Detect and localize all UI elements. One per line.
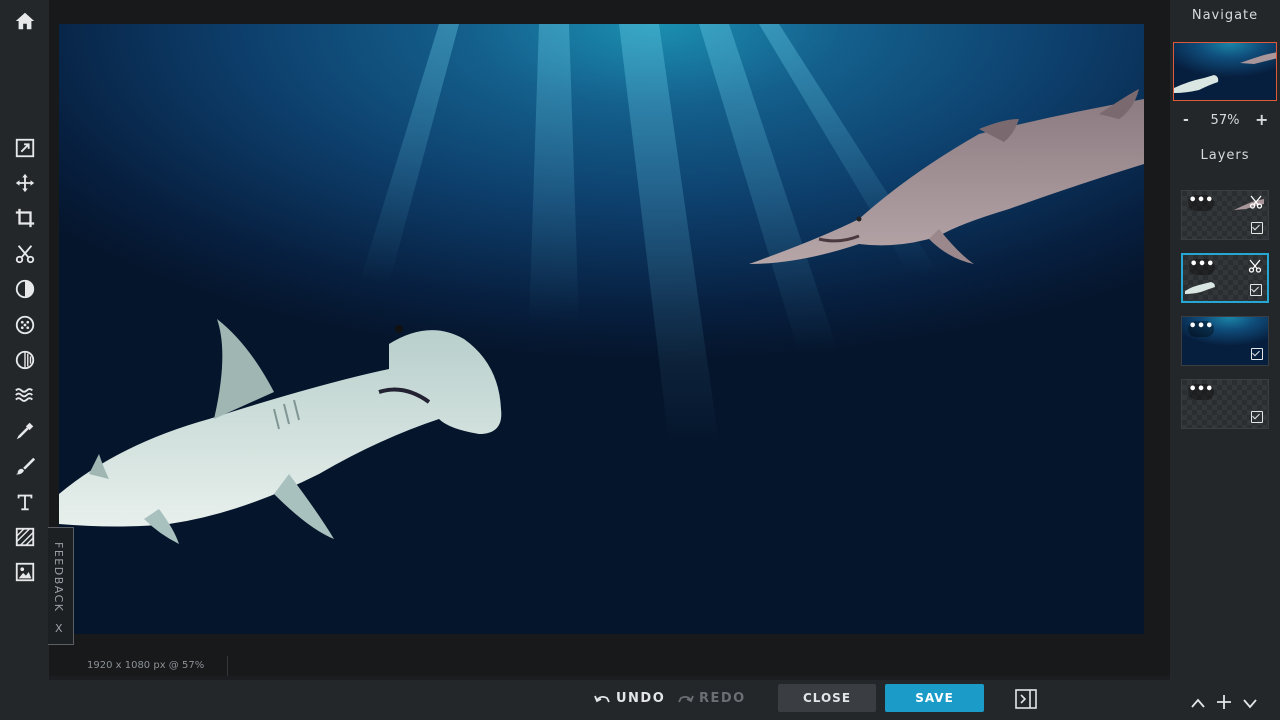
- pattern-icon[interactable]: [12, 524, 38, 550]
- layer-visibility-checkbox[interactable]: [1251, 222, 1263, 234]
- image-icon[interactable]: [12, 559, 38, 585]
- hammerhead-shark: [59, 319, 502, 544]
- layers-title: Layers: [1200, 148, 1250, 163]
- zoom-level: 57%: [1210, 113, 1240, 128]
- brush-icon[interactable]: [12, 453, 38, 479]
- layer-item[interactable]: •••: [1181, 379, 1269, 429]
- close-button[interactable]: CLOSE: [778, 684, 876, 712]
- toggle-panel-icon[interactable]: [1015, 689, 1037, 709]
- goblin-shark: [749, 89, 1144, 264]
- crop-icon[interactable]: [12, 205, 38, 231]
- feedback-close-button[interactable]: X: [55, 622, 63, 635]
- layer-options-button[interactable]: •••: [1189, 258, 1215, 275]
- layer-options-button[interactable]: •••: [1188, 194, 1214, 211]
- layer-item-selected[interactable]: •••: [1181, 253, 1269, 303]
- left-toolbar: [0, 0, 49, 720]
- navigate-title: Navigate: [1191, 8, 1259, 23]
- bottom-bar: UNDO REDO CLOSE SAVE: [0, 680, 1170, 720]
- overlay-icon[interactable]: [12, 347, 38, 373]
- layer-options-button[interactable]: •••: [1188, 383, 1214, 400]
- image-canvas[interactable]: [59, 24, 1144, 634]
- dropper-icon[interactable]: [12, 418, 38, 444]
- zoom-in-button[interactable]: +: [1255, 110, 1268, 129]
- cut-icon[interactable]: [12, 241, 38, 267]
- home-icon[interactable]: [12, 8, 38, 34]
- layer-item[interactable]: •••: [1181, 190, 1269, 240]
- layer-options-button[interactable]: •••: [1188, 320, 1214, 337]
- distort-icon[interactable]: [12, 382, 38, 408]
- add-layer-icon[interactable]: [1216, 694, 1232, 710]
- scissors-icon[interactable]: [1248, 259, 1262, 273]
- layer-visibility-checkbox[interactable]: [1251, 348, 1263, 360]
- filter-icon[interactable]: [12, 276, 38, 302]
- layer-down-icon[interactable]: [1242, 695, 1258, 709]
- feedback-label[interactable]: FEEDBACK: [52, 542, 65, 612]
- undo-icon[interactable]: [593, 692, 611, 706]
- canvas-status: 1920 x 1080 px @ 57%: [60, 656, 228, 676]
- navigator-thumbnail[interactable]: [1173, 42, 1277, 101]
- scissors-icon[interactable]: [1249, 195, 1263, 209]
- layer-up-icon[interactable]: [1190, 695, 1206, 709]
- layer-visibility-checkbox[interactable]: [1251, 411, 1263, 423]
- feedback-tab[interactable]: FEEDBACK X: [48, 527, 74, 645]
- layer-item[interactable]: •••: [1181, 316, 1269, 366]
- redo-button[interactable]: REDO: [699, 691, 746, 706]
- zoom-out-button[interactable]: -: [1183, 112, 1189, 128]
- layer-visibility-checkbox[interactable]: [1250, 284, 1262, 296]
- text-icon[interactable]: [12, 489, 38, 515]
- right-panel: Navigate - 57% + Layers ••• ••• ••• •••: [1170, 0, 1280, 720]
- effects-icon[interactable]: [12, 312, 38, 338]
- undo-button[interactable]: UNDO: [616, 691, 665, 706]
- save-button[interactable]: SAVE: [885, 684, 984, 712]
- adjust-icon[interactable]: [12, 135, 38, 161]
- redo-icon[interactable]: [677, 692, 695, 706]
- move-icon[interactable]: [12, 170, 38, 196]
